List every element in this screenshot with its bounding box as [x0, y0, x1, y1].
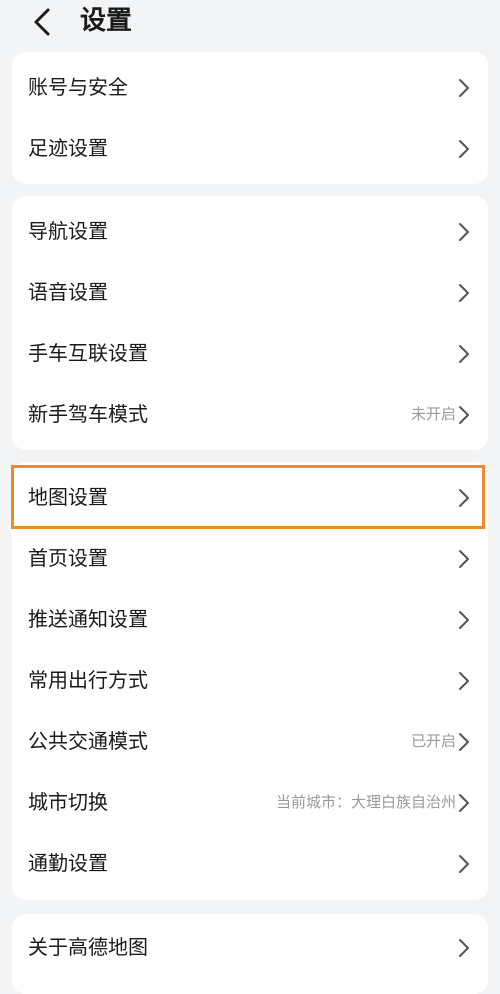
chevron-right-icon: [459, 284, 469, 302]
settings-item-home-page[interactable]: 首页设置: [12, 528, 488, 589]
settings-item-navigation[interactable]: 导航设置: [12, 201, 488, 262]
settings-item-label: 首页设置: [28, 546, 108, 570]
settings-item-city-switch[interactable]: 城市切换 当前城市：大理白族自治州: [12, 772, 488, 833]
settings-item-novice-driving[interactable]: 新手驾车模式 未开启: [12, 384, 488, 445]
chevron-right-icon: [459, 140, 469, 158]
header-bar: 设置: [0, 0, 500, 46]
chevron-right-icon: [459, 406, 469, 424]
chevron-right-icon: [459, 79, 469, 97]
settings-item-label: 常用出行方式: [28, 668, 148, 692]
settings-item-label: 地图设置: [28, 485, 108, 509]
current-city-value: 当前城市：大理白族自治州: [275, 793, 456, 811]
settings-item-phone-car-link[interactable]: 手车互联设置: [12, 323, 488, 384]
chevron-right-icon: [459, 611, 469, 629]
settings-item-public-transit[interactable]: 公共交通模式 已开启: [12, 711, 488, 772]
settings-item-map[interactable]: 地图设置: [12, 467, 488, 528]
chevron-right-icon: [459, 733, 469, 751]
settings-item-status: 未开启: [410, 405, 456, 423]
settings-item-footprint[interactable]: 足迹设置: [12, 118, 488, 179]
chevron-right-icon: [459, 855, 469, 873]
settings-item-label: 导航设置: [28, 219, 108, 243]
settings-card-about: 关于高德地图: [12, 914, 488, 994]
settings-item-travel-mode[interactable]: 常用出行方式: [12, 650, 488, 711]
settings-item-voice[interactable]: 语音设置: [12, 262, 488, 323]
settings-item-label: 通勤设置: [28, 851, 108, 875]
settings-card-navigation: 导航设置 语音设置 手车互联设置 新手驾车模式 未开启: [12, 196, 488, 450]
chevron-right-icon: [459, 550, 469, 568]
settings-item-commute[interactable]: 通勤设置: [12, 833, 488, 894]
settings-item-label: 关于高德地图: [28, 935, 148, 959]
settings-item-label: 账号与安全: [28, 75, 128, 99]
settings-item-label: 手车互联设置: [28, 341, 148, 365]
settings-item-push-notifications[interactable]: 推送通知设置: [12, 589, 488, 650]
chevron-right-icon: [459, 939, 469, 957]
chevron-right-icon: [459, 345, 469, 363]
settings-card-map: 地图设置 首页设置 推送通知设置 常用出行方式 公共交通模式 已开启 城市切换 …: [12, 462, 488, 900]
chevron-left-icon[interactable]: [28, 6, 60, 38]
chevron-right-icon: [459, 794, 469, 812]
settings-item-label: 推送通知设置: [28, 607, 148, 631]
settings-card-account: 账号与安全 足迹设置: [12, 52, 488, 184]
settings-item-about[interactable]: 关于高德地图: [12, 917, 488, 978]
settings-item-label: 公共交通模式: [28, 729, 148, 753]
settings-item-label: 足迹设置: [28, 136, 108, 160]
settings-item-label: 新手驾车模式: [28, 402, 148, 426]
chevron-right-icon: [459, 489, 469, 507]
chevron-right-icon: [459, 223, 469, 241]
settings-item-label: 语音设置: [28, 280, 108, 304]
page-title: 设置: [80, 6, 133, 36]
chevron-right-icon: [459, 672, 469, 690]
settings-item-account-security[interactable]: 账号与安全: [12, 57, 488, 118]
settings-item-label: 城市切换: [28, 790, 108, 814]
settings-item-status: 已开启: [410, 732, 456, 750]
